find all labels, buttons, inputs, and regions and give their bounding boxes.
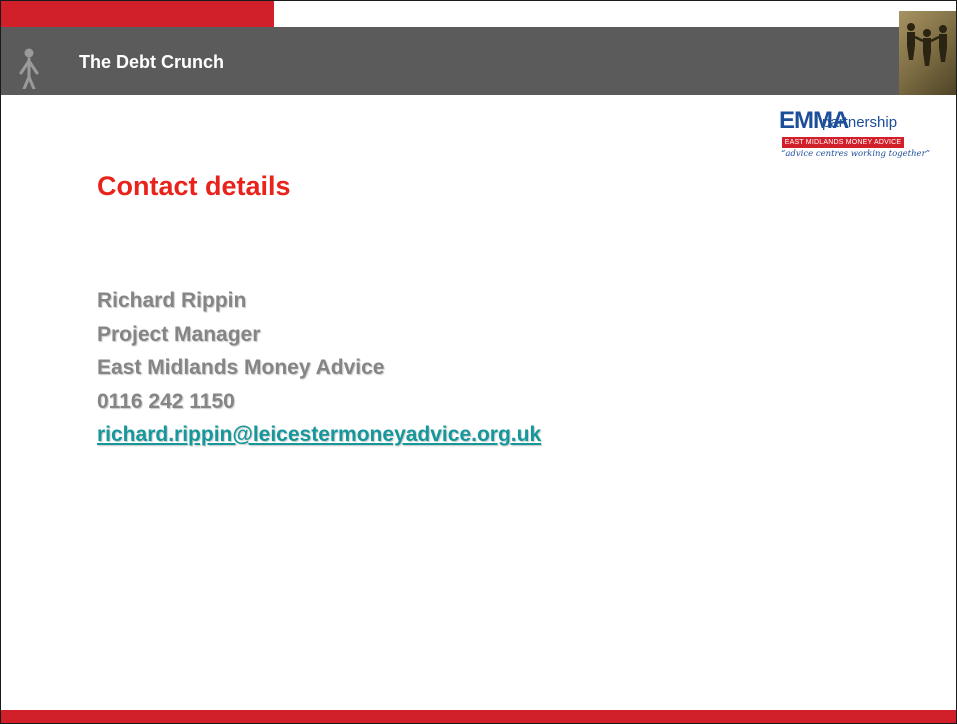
contact-organisation: East Midlands Money Advice [97,356,385,379]
logo-tagline: “advice centres working together” [781,149,930,159]
emma-partnership-logo: EMMA partnership EAST MIDLANDS MONEY ADV… [779,107,930,169]
slide: The Debt Crunch EMMA partnership EAST MI… [0,0,957,724]
person-icon [19,48,39,89]
bottom-accent-bar [1,710,956,723]
contact-email-link[interactable]: richard.rippin@leicestermoneyadvice.org.… [97,423,541,446]
top-accent-bar [1,1,274,27]
logo-band: EAST MIDLANDS MONEY ADVICE [782,137,904,148]
slide-title: Contact details [97,171,291,201]
contact-name: Richard Rippin [97,289,247,312]
contact-role: Project Manager [97,322,261,346]
contact-block: Richard Rippin Project Manager East Midl… [97,284,541,452]
people-chain-photo [899,11,956,95]
contact-phone: 0116 242 1150 [97,389,235,413]
presentation-title: The Debt Crunch [79,52,225,72]
logo-partnership-text: partnership [822,114,898,131]
